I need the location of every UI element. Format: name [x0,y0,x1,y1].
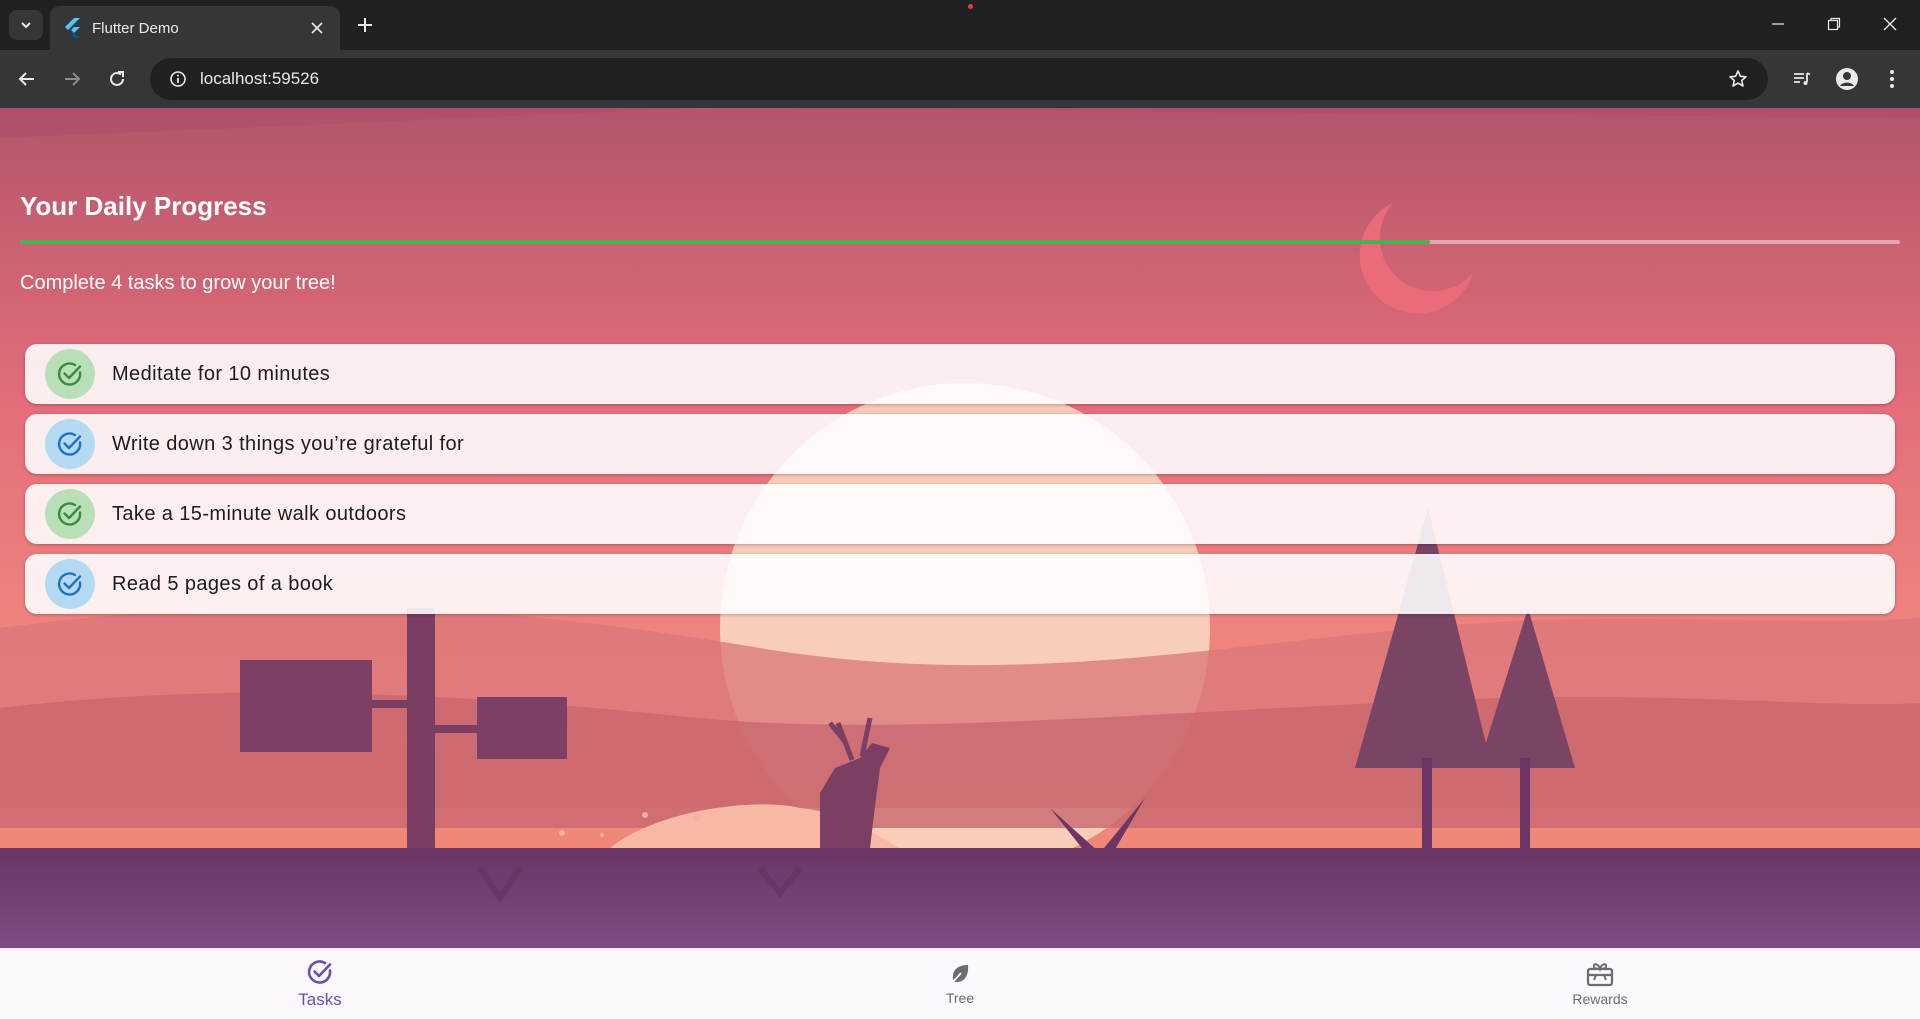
leaf-icon [951,964,969,984]
plus-icon [358,18,372,32]
check-circle-icon[interactable] [45,349,95,399]
close-icon [1883,17,1897,31]
address-bar[interactable]: localhost:59526 [150,58,1768,100]
nav-tab-label: Rewards [1572,990,1628,1007]
back-button[interactable] [9,61,45,97]
forward-button[interactable] [54,61,90,97]
restore-button[interactable] [1806,0,1862,48]
tab-title: Flutter Demo [92,19,179,37]
tab-search-button[interactable] [9,10,43,40]
menu-button[interactable] [1874,61,1910,97]
restore-icon [1827,17,1841,31]
chevron-down-icon [21,22,31,29]
bottom-navigation-bar: Tasks Tree Rewards [0,948,1920,1019]
site-info-icon[interactable] [156,58,200,100]
reload-button[interactable] [99,61,135,97]
account-icon [1836,68,1858,90]
more-vertical-icon [1890,70,1894,88]
recording-indicator [968,4,973,9]
browser-toolbar: localhost:59526 [0,50,1920,108]
media-control-button[interactable] [1784,61,1820,97]
arrow-left-icon [18,72,34,86]
progress-bar-fill [20,240,1430,244]
task-label: Write down 3 things you’re grateful for [112,432,465,455]
task-item[interactable]: Write down 3 things you’re grateful for [25,414,1895,474]
page-title: Your Daily Progress [20,191,267,221]
browser-tabbar: Flutter Demo [0,0,1920,50]
nav-tab-label: Tasks [298,989,342,1009]
check-circle-icon[interactable] [45,489,95,539]
nav-tab-rewards[interactable]: Rewards [1500,948,1700,1019]
arrow-right-icon [65,72,81,86]
bookmark-star-icon[interactable] [1718,59,1758,99]
check-circle-icon [307,959,332,984]
task-list: Meditate for 10 minutes Write down 3 thi… [25,344,1895,624]
task-label: Meditate for 10 minutes [112,362,331,385]
reload-icon [110,71,124,86]
page-viewport: Your Daily Progress Complete 4 tasks to … [0,108,1920,1019]
new-tab-button[interactable] [350,10,380,40]
profile-button[interactable] [1829,61,1865,97]
task-label: Read 5 pages of a book [112,572,334,595]
check-circle-icon[interactable] [45,559,95,609]
minimize-icon [1772,23,1784,25]
tab-close-button[interactable] [302,13,332,43]
playlist-icon [1794,72,1811,85]
nav-tab-label: Tree [945,989,975,1006]
close-icon [311,22,323,34]
url-text[interactable]: localhost:59526 [200,69,1718,89]
check-circle-icon[interactable] [45,419,95,469]
task-item[interactable]: Meditate for 10 minutes [25,344,1895,404]
window-close-button[interactable] [1862,0,1918,48]
task-item[interactable]: Take a 15-minute walk outdoors [25,484,1895,544]
task-label: Take a 15-minute walk outdoors [112,502,407,525]
nav-tab-tasks[interactable]: Tasks [220,948,420,1019]
task-item[interactable]: Read 5 pages of a book [25,554,1895,614]
tasks-screen: Your Daily Progress Complete 4 tasks to … [0,108,1920,948]
gift-icon [1586,962,1614,986]
minimize-button[interactable] [1750,0,1806,48]
nav-tab-tree[interactable]: Tree [860,948,1060,1019]
progress-subtitle: Complete 4 tasks to grow your tree! [20,272,336,294]
daily-progress-bar [20,240,1900,244]
browser-tab[interactable]: Flutter Demo [50,6,340,50]
flutter-logo-icon [62,18,82,38]
